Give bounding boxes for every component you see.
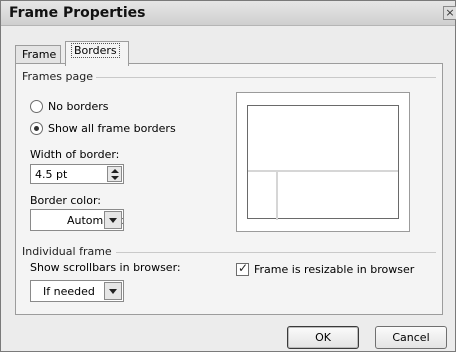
close-icon[interactable]: × [443, 6, 456, 20]
borders-panel: Frames page No borders Show all frame bo… [15, 63, 443, 315]
show-borders-radio-label: Show all frame borders [48, 122, 176, 135]
resizable-checkbox-box: ✓ [236, 261, 249, 276]
scrollbars-value: If needed [43, 285, 95, 298]
title-bar: Frame Properties × [1, 1, 456, 26]
tab-borders-label: Borders [71, 43, 120, 58]
dialog-title: Frame Properties [9, 5, 146, 21]
frames-page-divider [96, 77, 436, 78]
frames-preview [236, 92, 410, 232]
ok-button[interactable]: OK [287, 326, 359, 349]
no-borders-radio[interactable]: No borders [30, 100, 109, 113]
border-width-value: 4.5 pt [35, 168, 68, 181]
preview-vertical-frame-border [276, 172, 278, 220]
no-borders-radio-label: No borders [48, 100, 109, 113]
border-color-select[interactable]: Automatic [30, 209, 124, 231]
no-borders-radio-circle [30, 100, 43, 113]
check-icon: ✓ [238, 261, 249, 275]
border-width-stepper[interactable]: 4.5 pt [30, 164, 124, 184]
spin-up-icon[interactable] [111, 169, 119, 173]
frame-properties-dialog: Frame Properties × Frame Borders Frames … [0, 0, 456, 352]
chevron-down-icon[interactable] [104, 282, 122, 300]
tab-borders[interactable]: Borders [65, 41, 129, 66]
tab-frame[interactable]: Frame [15, 45, 61, 65]
resizable-checkbox-label: Frame is resizable in browser [254, 263, 415, 276]
show-borders-radio[interactable]: Show all frame borders [30, 122, 176, 135]
scrollbars-select[interactable]: If needed [30, 280, 124, 302]
scrollbars-label: Show scrollbars in browser: [30, 261, 181, 274]
show-borders-radio-circle [30, 122, 43, 135]
frames-page-group-label: Frames page [22, 70, 93, 83]
individual-frame-divider [116, 252, 436, 253]
tab-frame-label: Frame [22, 48, 57, 61]
border-width-label: Width of border: [30, 148, 120, 161]
preview-horizontal-frame-border [248, 170, 398, 172]
preview-page [247, 105, 399, 220]
spin-down-icon[interactable] [111, 176, 119, 180]
cancel-button[interactable]: Cancel [375, 326, 447, 349]
resizable-checkbox[interactable]: ✓ Frame is resizable in browser [236, 261, 415, 276]
spin-buttons[interactable] [107, 166, 122, 182]
border-color-label: Border color: [30, 194, 101, 207]
chevron-down-icon[interactable] [104, 211, 122, 229]
individual-frame-group-label: Individual frame [22, 245, 112, 258]
